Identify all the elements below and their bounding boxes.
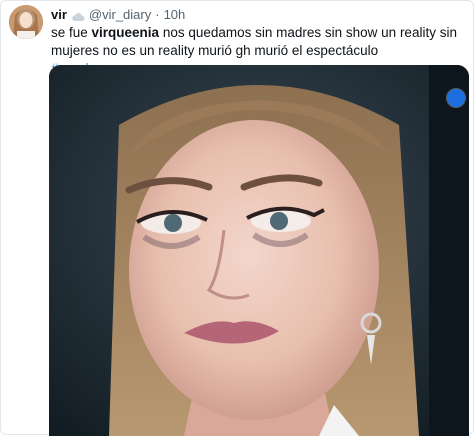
crying-woman-photo: [49, 65, 469, 436]
tweet-media-photo[interactable]: [49, 65, 469, 436]
author-avatar[interactable]: [9, 5, 43, 39]
separator-dot: ·: [155, 7, 160, 22]
media-badge-icon: [447, 89, 465, 107]
author-name[interactable]: vir: [51, 7, 67, 23]
tweet-header: vir @vir_diary · 10h: [51, 7, 185, 23]
tweet-card[interactable]: vir @vir_diary · 10h se fue virqueenia n…: [0, 0, 474, 436]
cloud-icon: [71, 10, 85, 21]
mentioned-name: virqueenia: [91, 25, 160, 40]
author-handle[interactable]: @vir_diary: [89, 7, 151, 23]
tweet-text-prefix: se fue: [51, 25, 92, 40]
tweet-timestamp[interactable]: 10h: [164, 7, 186, 23]
